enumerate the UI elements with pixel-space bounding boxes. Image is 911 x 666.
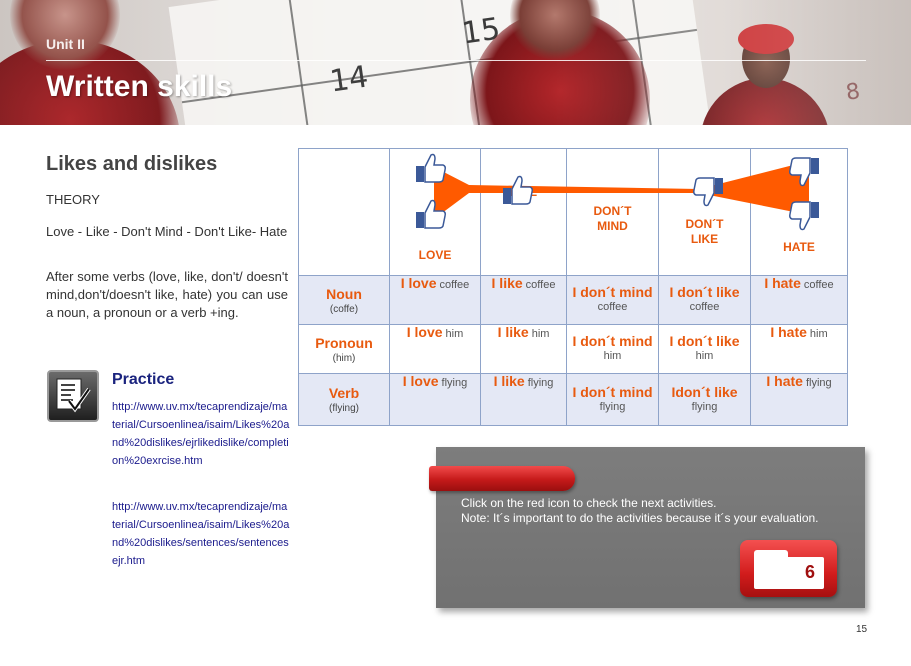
table-cell: I hate coffee [751,276,848,325]
row-sublabel: (flying) [328,403,359,414]
column-header-label: LIKE [690,232,719,246]
example-object: flying [599,400,626,413]
example-phrase: I love [406,324,443,340]
example-object: him [445,328,464,340]
unit-label: Unit II [46,36,85,52]
header-divider [46,60,866,61]
theory-label: THEORY [46,192,100,207]
practice-link-completion[interactable]: http://www.uv.mx/tecaprendizaje/material… [112,398,290,470]
note-line-instructions: Click on the red icon to check the next … [461,496,717,510]
thumbs-down-icon [693,177,723,207]
thumbs-up-icon [416,199,446,229]
column-header: DON´T MIND [567,149,659,276]
row-label: Verb [328,385,360,401]
table-cell: I like flying [481,374,567,426]
likes-dislikes-table: LOVELIKEDON´TMINDDON´TLIKEHATENoun(coffe… [298,148,848,426]
example-object: coffee [439,279,470,291]
table-cell: I like coffee [481,276,567,325]
table-cell: I don´t like coffee [659,276,751,325]
practice-title: Practice [112,371,175,388]
page-title: Written skills [46,70,233,103]
red-tab-decoration [429,466,575,491]
table-cell: I love him [390,325,481,374]
example-phrase: I hate [764,275,801,291]
thumbs-up-icon [503,175,533,205]
example-phrase: I hate [770,324,807,340]
example-object: him [809,328,828,340]
example-phrase: I don´t mind [572,383,653,400]
example-object: him [695,350,714,362]
note-text: Click on the red icon to check the next … [461,496,831,526]
example-phrase: I like [493,373,525,389]
thumbs-up-icon [416,153,446,183]
column-header-label: MIND [597,219,628,233]
theory-text: After some verbs (love, like, don't/ doe… [46,269,288,320]
example-phrase: I don´t like [669,333,740,349]
activity-folder-button[interactable]: 6 [740,540,837,597]
example-object: flying [691,400,718,413]
table-cell: Idon´t like flying [659,374,751,426]
example-object: coffee [689,301,720,313]
example-phrase: I don´t mind [572,284,653,300]
row-label-cell: Verb (flying) [299,374,390,426]
practice-link-sentences[interactable]: http://www.uv.mx/tecaprendizaje/material… [112,498,290,570]
example-phrase: I love [400,275,437,291]
section-title: Likes and dislikes [46,153,218,175]
column-header-label: DON´T [685,217,724,231]
example-phrase: I like [497,324,529,340]
table-cell: I don´t mind flying [567,374,659,426]
table-cell: I hate him [751,325,848,374]
thumbs-down-icon [789,201,819,231]
table-cell: I hate flying [751,374,848,426]
example-phrase: I don´t like [669,284,740,300]
example-phrase: I hate [766,373,803,389]
table-cell: I love coffee [390,276,481,325]
column-header-label: HATE [783,240,815,254]
row-label-cell: Pronoun (him) [299,325,390,374]
example-phrase: I love [402,373,439,389]
note-line-evaluation: Note: It´s important to do the activitie… [461,511,819,525]
column-header: LIKE [481,149,567,276]
example-object: him [531,328,550,340]
row-sublabel: (coffe) [329,303,359,315]
thumbs-down-icon [789,157,819,187]
header-banner: 15 14 8 Unit II Written skills [0,0,911,125]
table-corner-cell [299,149,390,276]
example-phrase: I like [491,275,523,291]
table-cell: I like him [481,325,567,374]
table-cell: I don´t mind him [567,325,659,374]
activity-number: 6 [804,562,815,582]
example-phrase: I don´t mind [572,333,653,349]
verbs-list: Love - Like - Don't Mind - Don't Like- H… [46,224,288,239]
example-object: flying [527,377,554,389]
row-label-cell: Noun (coffe) [299,276,390,325]
example-object: flying [805,377,832,389]
example-object: coffee [525,279,556,291]
row-label: Pronoun [315,334,373,351]
example-object: flying [441,377,468,389]
example-phrase: Idon´t like [671,383,738,400]
page-number: 15 [856,624,868,635]
row-sublabel: (him) [332,352,356,364]
example-object: coffee [803,279,834,291]
row-label: Noun [326,285,362,302]
example-object: him [603,350,622,362]
example-object: coffee [597,301,628,313]
table-cell: I love flying [390,374,481,426]
column-header-label: DON´T [593,204,632,218]
table-cell: I don´t mind coffee [567,276,659,325]
column-header: DON´T LIKE [659,149,751,276]
column-header-label: LOVE [418,248,452,262]
table-cell: I don´t like him [659,325,751,374]
practice-checklist-icon [47,370,99,422]
